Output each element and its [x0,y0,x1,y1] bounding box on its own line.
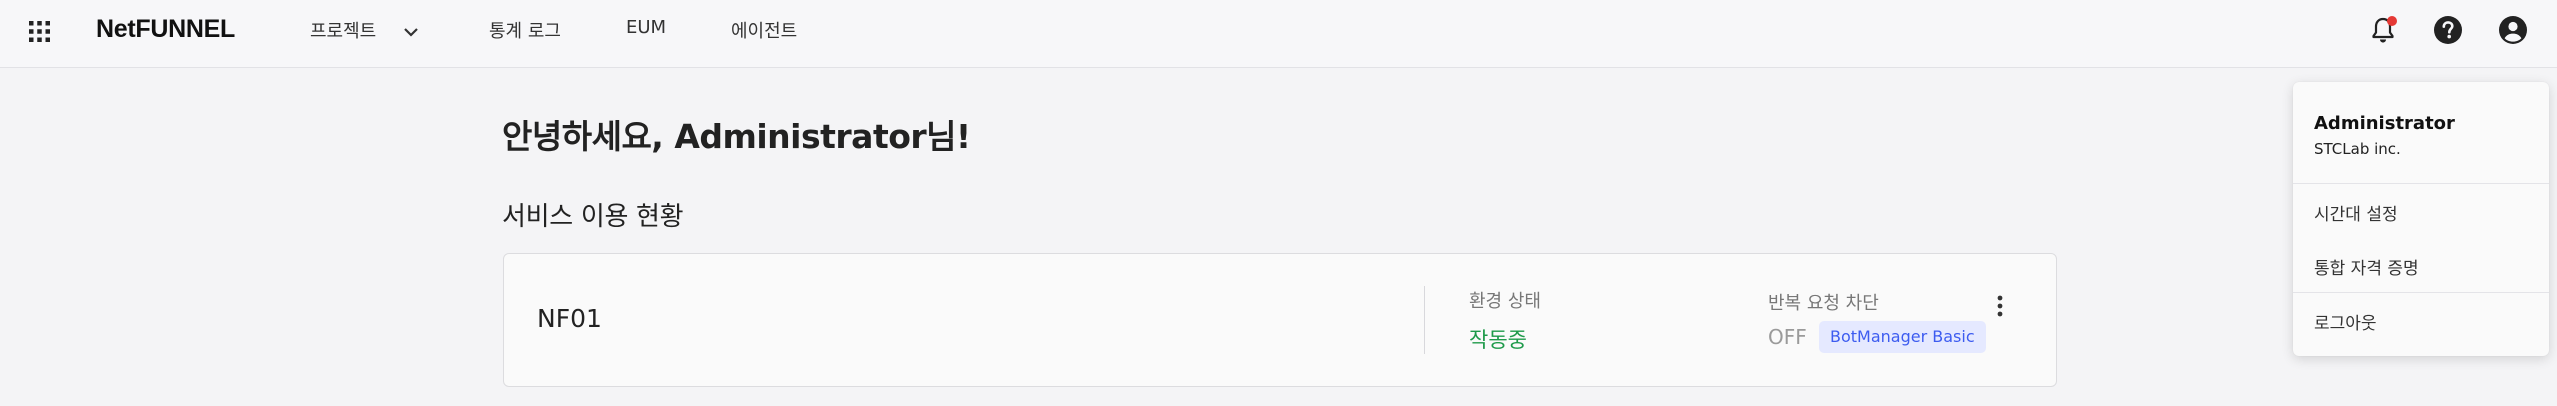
greeting-heading: 안녕하세요, Administrator님! [502,117,971,156]
help-icon[interactable] [2432,14,2464,46]
repeat-block-label: 반복 요청 차단 [1768,293,1879,314]
app-logo[interactable]: NetFUNNEL [96,15,235,44]
menu-divider [2293,292,2549,293]
user-company: STCLab inc. [2314,140,2401,158]
notification-dot [2387,16,2397,26]
nav-agent[interactable]: 에이전트 [731,17,797,43]
menu-divider [2293,183,2549,184]
nav-project[interactable]: 프로젝트 [310,17,376,43]
menu-item-credentials[interactable]: 통합 자격 증명 [2314,254,2419,279]
repeat-block-value: OFF [1768,325,1807,349]
more-vert-icon[interactable] [1988,290,2012,322]
service-name[interactable]: NF01 [537,304,602,333]
user-menu-dropdown: Administrator STCLab inc. 시간대 설정 통합 자격 증… [2293,82,2549,356]
top-navigation-bar: NetFUNNEL 프로젝트 통계 로그 EUM 에이전트 [0,0,2557,68]
env-status-label: 환경 상태 [1469,291,1541,312]
env-status-value: 작동중 [1469,328,1527,352]
menu-item-logout[interactable]: 로그아웃 [2314,309,2377,334]
chevron-down-icon[interactable] [400,21,422,43]
nav-eum[interactable]: EUM [626,17,666,38]
service-card[interactable]: NF01 환경 상태 작동중 반복 요청 차단 OFF BotManager B… [503,253,2057,387]
account-icon[interactable] [2497,14,2529,46]
section-title: 서비스 이용 현황 [502,202,684,232]
card-divider [1424,286,1425,354]
user-name: Administrator [2314,113,2455,134]
nav-stats-log[interactable]: 통계 로그 [489,17,561,43]
menu-item-timezone[interactable]: 시간대 설정 [2314,200,2398,225]
apps-grid-icon[interactable] [29,21,50,42]
botmanager-badge: BotManager Basic [1819,321,1986,353]
